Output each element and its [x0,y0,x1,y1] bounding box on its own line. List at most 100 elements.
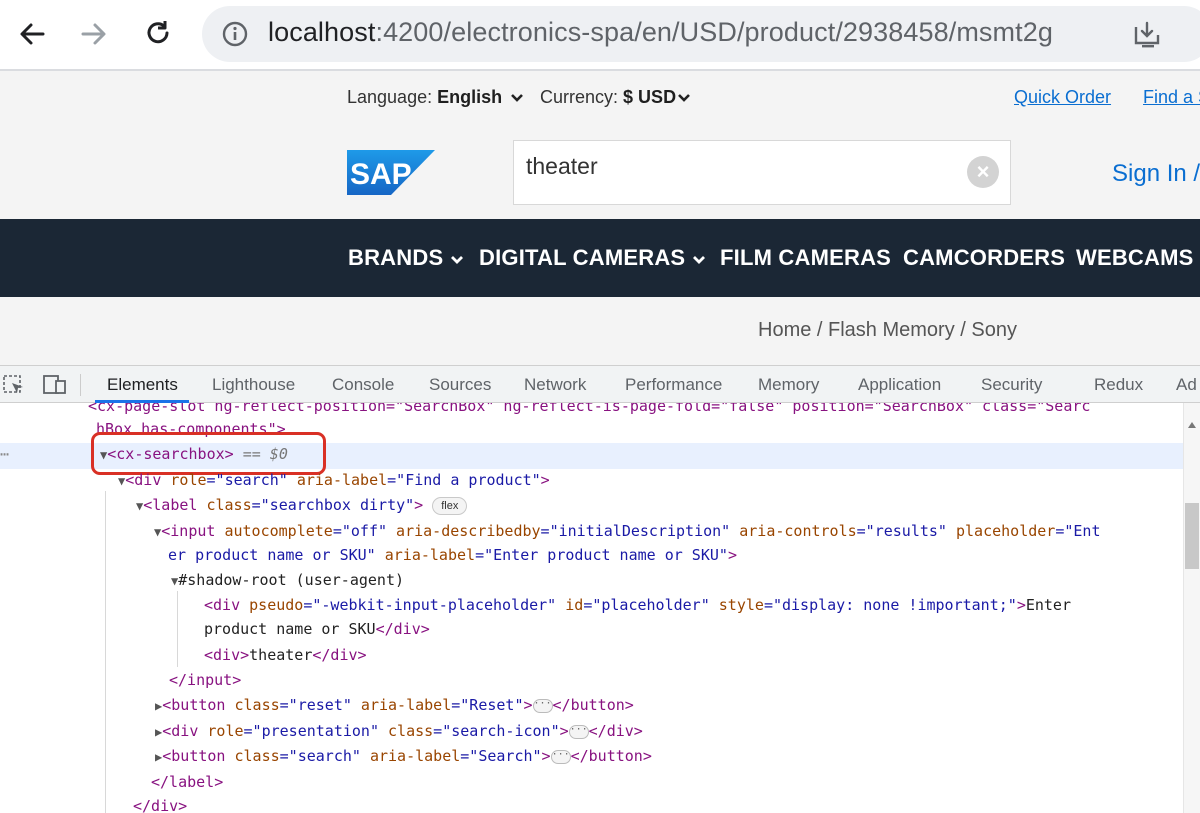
dom-text: > [540,471,550,489]
tab-sources[interactable]: Sources [429,375,491,395]
dom-line[interactable]: <div>theater</div> [204,646,367,664]
currency-selector[interactable]: Currency: $ USD [540,87,676,108]
ellipsis-icon[interactable]: ··· [550,749,571,764]
dom-attr-value: ="reset" [279,696,361,714]
tab-elements[interactable]: Elements [107,375,178,395]
tab-security[interactable]: Security [981,375,1042,395]
chevron-down-icon [692,256,705,264]
address-bar[interactable]: localhost:4200/electronics-spa/en/USD/pr… [202,6,1200,62]
nav-item-brands[interactable]: BRANDS [348,245,464,271]
dom-attr-name: id [565,596,584,614]
back-arrow-icon[interactable] [12,14,52,54]
clear-search-icon[interactable]: × [967,156,999,188]
sap-logo[interactable]: SAP [347,150,437,200]
tab-more[interactable]: Ad [1176,375,1197,395]
dom-line[interactable]: <div pseudo="-webkit-input-placeholder" … [204,596,1071,614]
nav-item-digital-cameras[interactable]: DIGITAL CAMERAS [479,245,706,271]
nav-item-label: BRANDS [348,245,444,270]
currency-value: $ USD [623,87,677,107]
dom-attr-value: ="searchbox dirty" [251,496,415,514]
tab-network[interactable]: Network [524,375,586,395]
dom-attr-value: ="Enter product name or SKU" [475,546,728,564]
elements-scrollbar[interactable] [1183,403,1200,813]
dom-line[interactable]: ▼<div role="search" aria-label="Find a p… [118,471,550,489]
dom-text: </div> [375,620,430,638]
device-toolbar-icon[interactable] [42,374,68,401]
dom-attr-name: pseudo [249,596,304,614]
dom-text: <div [125,471,171,489]
dom-attr-value: ="Search" [460,747,542,765]
dom-line[interactable]: <cx-page-slot ng-reflect-position="Searc… [88,403,1090,415]
find-store-link[interactable]: Find a S [1143,87,1200,108]
dom-text-node: Enter [1025,596,1071,614]
row-menu-dots[interactable]: ⋯ [0,445,9,463]
dom-line[interactable]: ▶<div role="presentation" class="search-… [155,722,643,740]
dom-attr-name: aria-label [360,696,452,714]
dom-line[interactable]: ▼#shadow-root (user-agent) [171,571,404,589]
tab-console[interactable]: Console [332,375,394,395]
scrollbar-thumb[interactable] [1185,503,1199,569]
reload-icon[interactable] [138,14,178,54]
tab-lighthouse[interactable]: Lighthouse [212,375,295,395]
dom-line[interactable]: ▶<button class="search" aria-label="Sear… [155,747,652,765]
dom-attr-value: ="Find a product" [387,471,541,489]
dom-line[interactable]: </label> [151,773,223,791]
dom-line[interactable]: </input> [169,671,241,689]
dom-attr-value: er product name or SKU" [168,546,385,564]
browser-toolbar: localhost:4200/electronics-spa/en/USD/pr… [0,0,1200,70]
breadcrumb: Home / Flash Memory / Sony [758,319,1017,341]
search-input[interactable]: theater × [513,140,1011,205]
dom-attr-name: class [388,722,434,740]
scroll-up-arrow-icon[interactable] [1187,415,1197,433]
tab-redux[interactable]: Redux [1094,375,1143,395]
dom-text: <button [162,747,235,765]
dom-text: </button> [552,696,634,714]
ellipsis-icon[interactable]: ··· [532,698,553,713]
dom-line[interactable]: er product name or SKU" aria-label="Ente… [168,546,737,564]
dom-attr-name: placeholder [955,522,1056,540]
url-text[interactable]: localhost:4200/electronics-spa/en/USD/pr… [268,17,1053,48]
tab-application[interactable]: Application [858,375,941,395]
quick-order-link[interactable]: Quick Order [1014,87,1111,108]
install-app-icon[interactable] [1132,21,1162,54]
forward-arrow-icon[interactable] [74,14,114,54]
sap-logo-text: SAP [350,158,412,191]
dom-text: </input> [169,671,242,689]
toolbar-separator [80,374,81,396]
dom-text: </div> [588,722,643,740]
nav-item-film-cameras[interactable]: FILM CAMERAS [720,245,891,271]
language-selector[interactable]: Language: English [347,87,502,108]
dom-text: > [523,696,533,714]
nav-item-webcams[interactable]: WEBCAMS [1076,245,1194,271]
dom-line[interactable]: ▶<button class="reset" aria-label="Reset… [155,696,634,714]
site-utility-bar: Language: English Currency: $ USD Quick … [0,71,1200,115]
inspect-element-icon[interactable] [2,374,26,401]
dom-text: </label> [151,773,224,791]
flex-badge[interactable]: flex [432,496,468,515]
dom-attr-name: role [207,722,244,740]
indent-guide [177,591,178,667]
dom-attr-name: class [206,496,252,514]
dom-line[interactable]: ▼<input autocomplete="off" aria-describe… [154,522,1100,540]
chevron-down-icon[interactable] [677,90,691,108]
sign-in-link[interactable]: Sign In / [1112,160,1200,188]
dom-text: > [414,496,424,514]
info-icon[interactable] [222,21,248,52]
tab-performance[interactable]: Performance [625,375,722,395]
nav-item-camcorders[interactable]: CAMCORDERS [903,245,1065,271]
dom-line[interactable]: </div> [133,797,187,813]
chevron-down-icon[interactable] [510,90,524,108]
indent-guide [105,491,106,813]
dom-text: </button> [570,747,652,765]
dom-text: <input [161,522,225,540]
site-header: SAP theater × Sign In / [0,115,1200,219]
nav-item-label: DIGITAL CAMERAS [479,245,686,270]
dom-line[interactable]: product name or SKU</div> [204,620,430,638]
ellipsis-icon[interactable]: ··· [568,724,589,739]
language-value: English [437,87,503,107]
tab-memory[interactable]: Memory [758,375,819,395]
dom-text: <cx-page-slot ng-reflect-position="Searc… [88,403,1091,415]
search-value: theater [526,153,598,179]
dom-line[interactable]: ▼<label class="searchbox dirty"> flex [136,496,468,515]
dom-text-node: product name or SKU [204,620,376,638]
